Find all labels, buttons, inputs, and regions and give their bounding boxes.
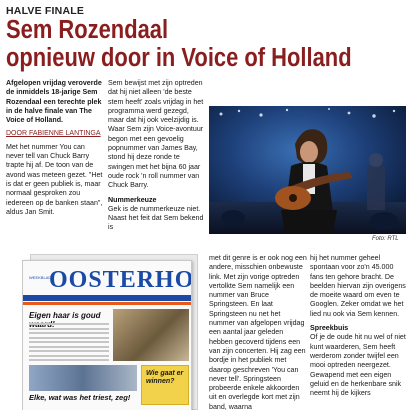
column-3-body: met dit genre is er ook nog een andere, … [209, 254, 307, 410]
newspaper-text-lines [29, 323, 109, 364]
newspaper-photo-top [113, 309, 189, 361]
newspaper-front-page: WEEKBLAD OOSTERHOUT Eigen haar is goud w… [22, 260, 192, 410]
article-column-2: Sem bewijst met zijn optreden dat hij ni… [108, 79, 206, 233]
headline-line-1: Sem Rozendaal [6, 16, 169, 44]
article-column-4: hij het nummer geheel spontaan voor zo'n… [310, 254, 407, 398]
column-2-body: Sem bewijst met zijn optreden dat hij ni… [108, 79, 204, 190]
byline: DOOR FABIENNE LANTINGA [6, 130, 101, 138]
newspaper-thumbnail: WEEKBLAD OOSTERHOUT Eigen haar is goud w… [22, 254, 198, 410]
headline-line-2: opnieuw door in Voice of Holland [6, 44, 352, 72]
newspaper-headline-bottom: Elke, wat was het triest, zeg! [29, 393, 131, 402]
singer-photo [209, 106, 406, 234]
photo-credit: Foto: RTL [372, 236, 399, 242]
subhead-spreekbuis: Spreekbuis [310, 324, 349, 333]
subhead-nummerkeuze: Nummerkeuze [108, 195, 157, 204]
newspaper-promo-box: Wie gaat er winnen? [141, 365, 189, 405]
masthead-bar [23, 295, 191, 301]
performer-image [209, 106, 406, 234]
column-1-body: Met het nummer You can never tell van Ch… [6, 142, 103, 216]
article-column-3: met dit genre is er ook nog een andere, … [209, 254, 307, 410]
masthead-subtitle: WEEKBLAD [29, 275, 52, 280]
masthead-accent-bar [23, 302, 191, 305]
column-4-body: hij het nummer geheel spontaan voor zo'n… [310, 254, 406, 318]
article-column-1: Afgelopen vrijdag veroverde de inmiddels… [6, 79, 104, 217]
article-lead: Afgelopen vrijdag veroverde de inmiddels… [6, 79, 102, 125]
column-4-body-2: Of je de oude hit nu wel of niet kunt wa… [310, 333, 406, 398]
column-2-body-2: Gek is de nummerkeuze niet. Naast het fe… [108, 204, 204, 232]
promo-box-text: Wie gaat er winnen? [146, 370, 184, 385]
article-headline: Sem Rozendaal opnieuw door in Voice of H… [6, 16, 352, 72]
newspaper-photo-bottom [29, 365, 137, 391]
masthead: OOSTERHOUT [49, 267, 191, 293]
